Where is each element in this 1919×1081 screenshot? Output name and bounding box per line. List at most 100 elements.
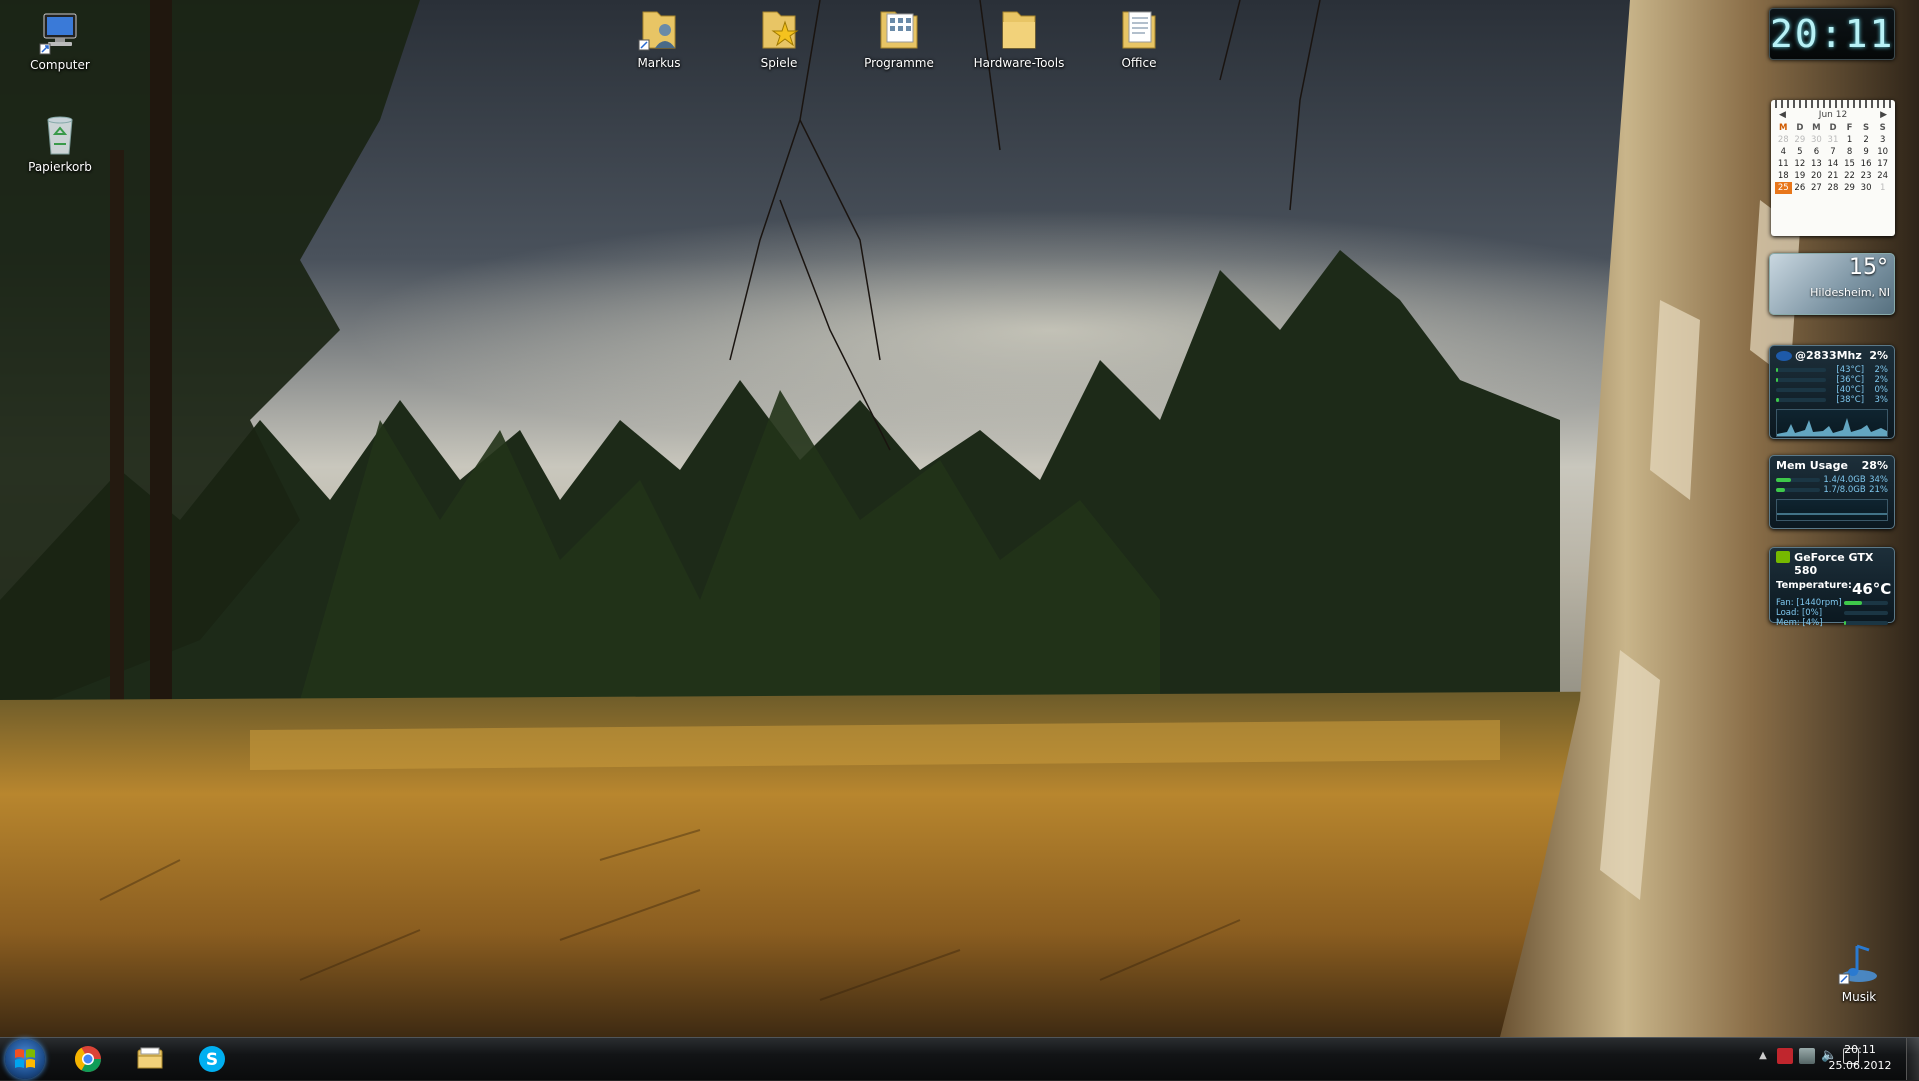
weather-temperature: 15° — [1849, 255, 1888, 280]
taskbar-chrome-button[interactable] — [62, 1041, 114, 1077]
calendar-day[interactable]: 4 — [1775, 146, 1792, 158]
calendar-grid: M D M D F S S 28 29 30 31 1 2 3 4 5 6 7 … — [1775, 122, 1891, 194]
calendar-day[interactable]: 15 — [1841, 158, 1858, 170]
memory-meter-gadget[interactable]: Mem Usage 28% 1.4/4.0GB 34% 1.7/8.0GB 21% — [1769, 455, 1895, 529]
cpu-core-bar — [1776, 398, 1826, 402]
mem-title: Mem Usage — [1776, 459, 1848, 472]
calendar-day[interactable]: 13 — [1808, 158, 1825, 170]
tray-overflow-arrow-icon[interactable]: ▲ — [1755, 1048, 1771, 1064]
cpu-core-load: 2% — [1874, 365, 1888, 375]
desktop-icon-spiele[interactable]: Spiele — [731, 6, 827, 70]
calendar-day[interactable]: 9 — [1858, 146, 1875, 158]
calendar-day[interactable]: 17 — [1874, 158, 1891, 170]
taskbar-clock[interactable]: 20:11 25.06.2012 — [1815, 1038, 1905, 1080]
calendar-day[interactable]: 24 — [1874, 170, 1891, 182]
calendar-day[interactable]: 23 — [1858, 170, 1875, 182]
calendar-day[interactable]: 10 — [1874, 146, 1891, 158]
calendar-day[interactable]: 26 — [1792, 182, 1809, 194]
cpu-meter-gadget[interactable]: @2833Mhz 2% [43°C] 2% [36°C] 2% [40°C] 0% [… — [1769, 345, 1895, 439]
gpu-temp-value: 46°C — [1851, 580, 1892, 598]
desktop-icon-label: Papierkorb — [28, 160, 92, 174]
desktop-icon-markus[interactable]: Markus — [611, 6, 707, 70]
calendar-day[interactable]: 30 — [1808, 134, 1825, 146]
calendar-day[interactable]: 28 — [1775, 134, 1792, 146]
calendar-day[interactable]: 19 — [1792, 170, 1809, 182]
cpu-usage: 2% — [1869, 349, 1888, 362]
games-folder-icon — [755, 6, 803, 54]
start-button[interactable] — [5, 1039, 45, 1079]
skype-icon: S — [199, 1046, 225, 1072]
calendar-day[interactable]: 29 — [1792, 134, 1809, 146]
desktop-icon-musik[interactable]: Musik — [1811, 940, 1907, 1004]
show-desktop-button[interactable] — [1906, 1038, 1919, 1080]
calendar-weekday: M — [1779, 123, 1788, 133]
calendar-day[interactable]: 3 — [1874, 134, 1891, 146]
gpu-load-bar — [1844, 611, 1888, 615]
explorer-icon — [137, 1047, 163, 1069]
desktop-icon-programme[interactable]: Programme — [851, 6, 947, 70]
taskbar-skype-button[interactable]: S — [186, 1041, 238, 1077]
calendar-day[interactable]: 5 — [1792, 146, 1809, 158]
music-icon — [1835, 940, 1883, 988]
calendar-weekday: M — [1812, 123, 1821, 133]
calendar-day[interactable]: 22 — [1841, 170, 1858, 182]
programs-folder-icon — [875, 6, 923, 54]
desktop-icon-label: Computer — [30, 58, 90, 72]
calendar-day[interactable]: 14 — [1825, 158, 1842, 170]
network-tray-icon[interactable] — [1799, 1048, 1815, 1064]
desktop-icon-computer[interactable]: Computer — [12, 8, 108, 72]
desktop-icon-label: Markus — [637, 56, 681, 70]
desktop-icon-hardware-tools[interactable]: Hardware-Tools — [971, 6, 1067, 70]
gpu-mem: Mem: [4%] — [1776, 618, 1823, 628]
cpu-core-bar — [1776, 368, 1826, 372]
calendar-day[interactable]: 16 — [1858, 158, 1875, 170]
cpu-core-temp: [36°C] — [1836, 375, 1865, 385]
calendar-weekday: D — [1829, 123, 1837, 133]
desktop-icon-label: Programme — [864, 56, 934, 70]
calendar-next-button[interactable]: ▶ — [1880, 110, 1887, 120]
calendar-day[interactable]: 28 — [1825, 182, 1842, 194]
clock-gadget[interactable]: 20:11 — [1769, 8, 1895, 60]
desktop-icon-label: Musik — [1841, 990, 1877, 1004]
calendar-day[interactable]: 18 — [1775, 170, 1792, 182]
calendar-day[interactable]: 6 — [1808, 146, 1825, 158]
calendar-day[interactable]: 7 — [1825, 146, 1842, 158]
calendar-day[interactable]: 8 — [1841, 146, 1858, 158]
calendar-day[interactable]: 31 — [1825, 134, 1842, 146]
chrome-icon — [74, 1046, 102, 1073]
calendar-day[interactable]: 2 — [1858, 134, 1875, 146]
calendar-day[interactable]: 29 — [1841, 182, 1858, 194]
calendar-rings — [1775, 100, 1891, 108]
calendar-day[interactable]: 27 — [1808, 182, 1825, 194]
gpu-title: GeForce GTX 580 — [1794, 551, 1874, 577]
gpu-fan-bar — [1844, 601, 1888, 605]
gpu-load: Load: [0%] — [1776, 608, 1823, 618]
antivirus-tray-icon[interactable] — [1777, 1048, 1793, 1064]
calendar-day[interactable]: 1 — [1874, 182, 1891, 194]
weather-gadget[interactable]: 15° Hildesheim, NI — [1769, 253, 1895, 315]
cpu-core-load: 3% — [1874, 395, 1888, 405]
calendar-weekday: D — [1796, 123, 1804, 133]
mem-bar — [1776, 488, 1820, 492]
calendar-day[interactable]: 30 — [1858, 182, 1875, 194]
taskbar-clock-time: 20:11 — [1844, 1043, 1876, 1056]
calendar-prev-button[interactable]: ◀ — [1779, 110, 1786, 120]
calendar-day[interactable]: 11 — [1775, 158, 1792, 170]
gpu-meter-gadget[interactable]: GeForce GTX 580 Temperature: 46°C Fan: [… — [1769, 547, 1895, 628]
desktop-wallpaper — [0, 0, 1919, 1037]
mem-bar — [1776, 478, 1820, 482]
desktop-icon-office[interactable]: Office — [1091, 6, 1187, 70]
calendar-day-today[interactable]: 25 — [1775, 182, 1792, 194]
recycle-bin-icon — [36, 110, 84, 158]
calendar-day[interactable]: 20 — [1808, 170, 1825, 182]
desktop-icon-recycle-bin[interactable]: Papierkorb — [12, 110, 108, 174]
taskbar-clock-date: 25.06.2012 — [1828, 1059, 1892, 1072]
calendar-gadget[interactable]: ◀ Jun 12 ▶ M D M D F S S 28 29 30 31 1 2… — [1771, 100, 1895, 236]
mem-row-text: 1.4/4.0GB — [1823, 475, 1866, 485]
gpu-mem-bar — [1844, 621, 1888, 625]
calendar-day[interactable]: 12 — [1792, 158, 1809, 170]
calendar-day[interactable]: 21 — [1825, 170, 1842, 182]
taskbar-explorer-button[interactable] — [124, 1041, 176, 1077]
calendar-day[interactable]: 1 — [1841, 134, 1858, 146]
desktop-icon-label: Spiele — [760, 56, 798, 70]
